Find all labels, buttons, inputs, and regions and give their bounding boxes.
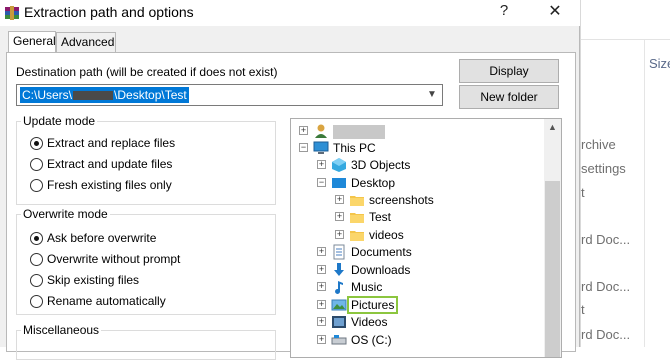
- folder-icon: [350, 231, 364, 241]
- overwrite-mode-title: Overwrite mode: [21, 207, 110, 221]
- tab-advanced[interactable]: Advanced: [56, 32, 116, 52]
- background-divider: [581, 39, 670, 40]
- tree-item-label: videos: [369, 228, 404, 242]
- radio-button[interactable]: [30, 158, 43, 171]
- update-mode-group: Update mode Extract and replace files Ex…: [16, 114, 276, 205]
- new-folder-button[interactable]: New folder: [459, 85, 559, 109]
- background-column-divider: [644, 40, 645, 347]
- tree-item-label: Music: [351, 280, 383, 294]
- scroll-up-arrow-icon[interactable]: ▲: [544, 119, 561, 136]
- expand-icon[interactable]: +: [317, 282, 326, 291]
- tree-item-label: OS (C:): [351, 333, 392, 347]
- update-mode-title: Update mode: [21, 114, 98, 128]
- scroll-thumb[interactable]: [545, 181, 560, 357]
- redacted-username: [333, 124, 385, 139]
- destination-path-label: Destination path (will be created if doe…: [16, 65, 278, 79]
- tree-scrollbar[interactable]: ▲: [544, 119, 561, 357]
- help-button[interactable]: ?: [496, 2, 512, 19]
- expand-icon[interactable]: +: [317, 335, 326, 344]
- background-item: rd Doc...: [581, 279, 631, 294]
- background-item: rd Doc...: [581, 327, 631, 342]
- computer-icon: [313, 141, 329, 154]
- expand-icon[interactable]: +: [317, 317, 326, 326]
- overwrite-mode-group: Overwrite mode Ask before overwrite Over…: [16, 207, 276, 315]
- background-item: settings: [581, 161, 626, 176]
- redacted-username: [73, 91, 114, 101]
- tree-item-label: Test: [369, 210, 392, 224]
- documents-icon: [333, 244, 345, 260]
- extraction-dialog: Extraction path and options ? ✕ General …: [0, 0, 580, 360]
- path-selection: C:\Users\ \Desktop\Test: [20, 87, 189, 103]
- desktop-icon: [332, 178, 346, 188]
- background-item: t: [581, 185, 585, 200]
- title-bar[interactable]: Extraction path and options ? ✕: [0, 0, 580, 26]
- radio-button[interactable]: [30, 274, 43, 287]
- expand-icon[interactable]: +: [317, 300, 326, 309]
- path-prefix: C:\Users\: [22, 88, 73, 102]
- expand-icon[interactable]: +: [317, 265, 326, 274]
- tree-item-label: screenshots: [369, 193, 434, 207]
- tree-item-label: Downloads: [351, 263, 411, 277]
- size-column-header[interactable]: Size: [649, 56, 670, 71]
- background-explorer-window: Size rchive settings t rd Doc... rd Doc.…: [580, 0, 670, 347]
- chevron-down-icon[interactable]: ▼: [424, 86, 440, 104]
- tree-item-label: Desktop: [351, 176, 396, 190]
- miscellaneous-title: Miscellaneous: [21, 323, 102, 337]
- expand-icon[interactable]: +: [317, 160, 326, 169]
- tree-item-label: [333, 124, 385, 139]
- radio-button[interactable]: [30, 295, 43, 308]
- destination-path-input[interactable]: C:\Users\ \Desktop\Test ▼: [16, 84, 443, 106]
- background-item: rd Doc...: [581, 232, 631, 247]
- window-title: Extraction path and options: [24, 4, 194, 20]
- tree-item-label: Pictures: [346, 296, 399, 314]
- expand-icon[interactable]: +: [317, 247, 326, 256]
- pictures-icon: [331, 299, 347, 311]
- downloads-icon: [334, 263, 344, 276]
- user-icon: [315, 124, 327, 138]
- radio-label: Overwrite without prompt: [47, 252, 181, 266]
- expand-icon[interactable]: +: [335, 195, 344, 204]
- tree-item-label: 3D Objects: [351, 158, 411, 172]
- expand-icon[interactable]: +: [335, 230, 344, 239]
- radio-label: Extract and replace files: [47, 136, 176, 150]
- drive-icon: [331, 335, 347, 345]
- folder-tree[interactable]: + − This PC + 3D Objects − Desktop + scr…: [290, 118, 562, 358]
- folder-icon: [350, 196, 364, 206]
- radio-label: Extract and update files: [47, 157, 173, 171]
- winrar-icon: [5, 6, 19, 20]
- folder-icon: [350, 213, 364, 223]
- radio-label: Ask before overwrite: [47, 231, 157, 245]
- expand-icon[interactable]: +: [299, 126, 308, 135]
- display-button[interactable]: Display: [459, 59, 559, 83]
- music-icon: [335, 281, 343, 294]
- path-suffix: \Desktop\Test: [114, 88, 187, 102]
- radio-button[interactable]: [30, 137, 43, 150]
- videos-icon: [332, 316, 346, 328]
- radio-button[interactable]: [30, 253, 43, 266]
- close-button[interactable]: ✕: [546, 1, 564, 21]
- tab-general[interactable]: General: [8, 31, 56, 52]
- background-item: rchive: [581, 137, 616, 152]
- radio-label: Rename automatically: [47, 294, 166, 308]
- tree-item-label: Videos: [351, 315, 388, 329]
- radio-button[interactable]: [30, 232, 43, 245]
- collapse-icon[interactable]: −: [317, 178, 326, 187]
- collapse-icon[interactable]: −: [299, 143, 308, 152]
- radio-label: Skip existing files: [47, 273, 140, 287]
- miscellaneous-group: Miscellaneous: [16, 323, 276, 360]
- expand-icon[interactable]: +: [335, 212, 344, 221]
- radio-button[interactable]: [30, 179, 43, 192]
- 3d-objects-icon: [332, 158, 346, 172]
- tree-item-label: Documents: [351, 245, 412, 259]
- background-item: t: [581, 302, 585, 317]
- radio-label: Fresh existing files only: [47, 178, 172, 192]
- tree-item-label: This PC: [333, 141, 376, 155]
